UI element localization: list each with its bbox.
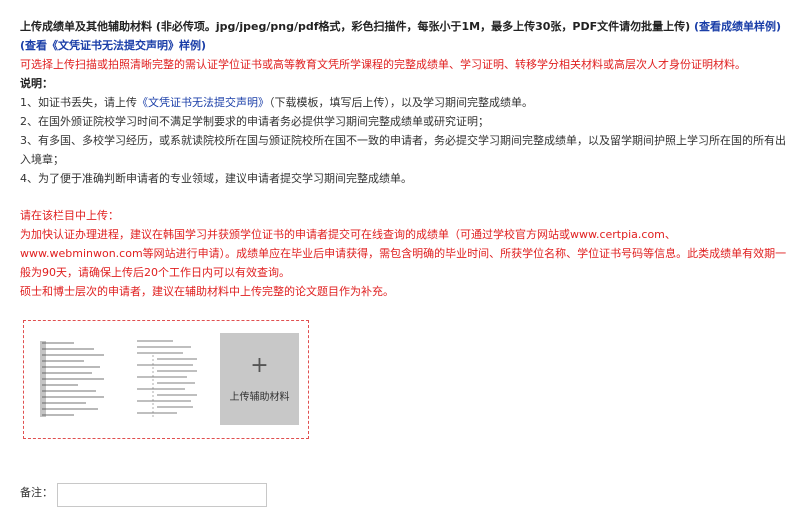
explanation-item-4: 4、为了便于准确判断申请者的专业领域，建议申请者提交学习期间完整成绩单。 xyxy=(20,172,412,185)
red-section-heading: 请在该栏目中上传： xyxy=(20,209,119,222)
uploaded-file-thumbnail[interactable] xyxy=(34,333,114,425)
upload-button-label: 上传辅助材料 xyxy=(229,392,290,403)
document-preview-icon xyxy=(127,333,207,425)
remark-row: 备注： xyxy=(20,482,267,507)
plus-icon: + xyxy=(250,353,269,378)
remark-label: 备注： xyxy=(20,486,53,499)
remark-input[interactable] xyxy=(57,483,267,507)
uploaded-file-thumbnail[interactable] xyxy=(127,333,207,425)
explanation-item-1: 1、如证书丢失，请上传《文凭证书无法提交声明》（下载模板，填写后上传），以及学习… xyxy=(20,96,533,109)
upload-area: + 上传辅助材料 xyxy=(23,320,309,439)
upload-header: 上传成绩单及其他辅助材料 (非必传项。jpg/jpeg/png/pdf格式，彩色… xyxy=(20,0,790,55)
document-preview-icon xyxy=(34,333,114,425)
upload-supporting-material-button[interactable]: + 上传辅助材料 xyxy=(220,333,299,425)
upload-title: 上传成绩单及其他辅助材料 (非必传项。jpg/jpeg/png/pdf格式，彩色… xyxy=(20,20,691,33)
explanation-item-2: 2、在国外颁证院校学习时间不满足学制要求的申请者务必提供学习期间完整成绩单或研究… xyxy=(20,115,489,128)
red-section-korea-note: 为加快认证办理进程，建议在韩国学习并获颁学位证书的申请者提交可在线查询的成绩单（… xyxy=(20,228,787,279)
content: 上传成绩单及其他辅助材料 (非必传项。jpg/jpeg/png/pdf格式，彩色… xyxy=(20,0,790,301)
red-section-thesis-note: 硕士和博士层次的申请者，建议在辅助材料中上传完整的论文题目作为补充。 xyxy=(20,285,394,298)
explanation-label: 说明： xyxy=(20,77,53,90)
upload-notice: 可选择上传扫描或拍照清晰完整的需认证学位证书或高等教育文凭所学课程的完整成绩单、… xyxy=(20,58,746,71)
explanation-item-3: 3、有多国、多校学习经历，或系就读院校所在国与颁证院校所在国不一致的申请者，务必… xyxy=(20,134,786,166)
view-statement-sample-link[interactable]: (查看《文凭证书无法提交声明》样例) xyxy=(20,39,206,52)
statement-template-link[interactable]: 《文凭证书无法提交声明》 xyxy=(137,96,269,109)
view-transcript-sample-link[interactable]: (查看成绩单样例) xyxy=(694,20,781,33)
